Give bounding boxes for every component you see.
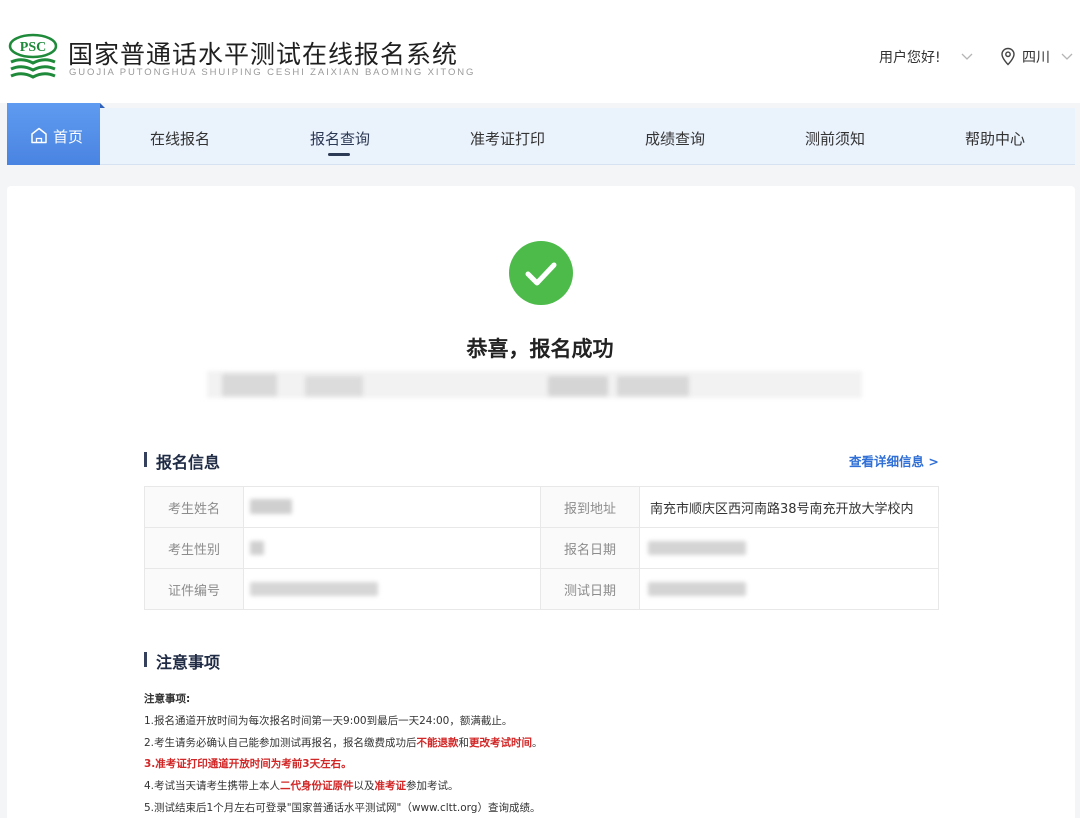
section-title-notes: 注意事项 bbox=[156, 653, 221, 672]
success-check-icon bbox=[509, 241, 573, 305]
redacted-block bbox=[305, 376, 363, 396]
label-id-number: 证件编号 bbox=[144, 568, 244, 610]
note-item-3: 3.准考证打印通道开放时间为考前3天左右。 bbox=[144, 758, 352, 771]
section-marker bbox=[144, 652, 147, 667]
note-text: 以及 bbox=[353, 780, 375, 793]
location-pin-icon bbox=[1001, 47, 1015, 66]
label-registration-date: 报名日期 bbox=[540, 527, 640, 569]
redacted-date bbox=[648, 541, 746, 555]
nav-score-query[interactable]: 成绩查询 bbox=[645, 128, 705, 149]
value-registration-date bbox=[639, 527, 939, 569]
table-row: 考生姓名 报到地址 南充市顺庆区西河南路38号南充开放大学校内 bbox=[144, 486, 939, 528]
chevron-down-icon[interactable] bbox=[961, 53, 973, 61]
note-item-4: 4.考试当天请考生携带上本人二代身份证原件以及准考证参加考试。 bbox=[144, 776, 543, 798]
nav-registration-query[interactable]: 报名查询 bbox=[310, 128, 370, 149]
value-candidate-name bbox=[243, 486, 541, 528]
label-candidate-gender: 考生性别 bbox=[144, 527, 244, 569]
nav-online-registration[interactable]: 在线报名 bbox=[150, 128, 210, 149]
success-message: 恭喜，报名成功 bbox=[466, 337, 614, 361]
region-selector[interactable]: 四川 bbox=[1022, 47, 1050, 67]
note-item-2: 2.考生请务必确认自己能参加测试再报名，报名缴费成功后不能退款和更改考试时间。 bbox=[144, 733, 543, 755]
redacted-block bbox=[548, 376, 608, 396]
notes-list: 注意事项: 1.报名通道开放时间为每次报名时间第一天9:00到最后一天24:00… bbox=[144, 689, 543, 818]
notes-heading: 注意事项: bbox=[144, 693, 191, 705]
value-candidate-gender bbox=[243, 527, 541, 569]
label-candidate-name: 考生姓名 bbox=[144, 486, 244, 528]
nav-active-indicator bbox=[328, 153, 350, 156]
section-marker bbox=[144, 452, 147, 467]
nav-help-center[interactable]: 帮助中心 bbox=[965, 128, 1025, 149]
site-header: PSC 国家普通话水平测试在线报名系统 GUOJIA PUTONGHUA SHU… bbox=[0, 0, 1080, 103]
nav-home[interactable]: 首页 bbox=[7, 103, 105, 165]
redacted-block bbox=[617, 376, 689, 396]
system-title: 国家普通话水平测试在线报名系统 bbox=[68, 40, 459, 69]
section-title-registration-info: 报名信息 bbox=[156, 453, 221, 472]
note-text: 参加考试。 bbox=[406, 780, 459, 793]
chevron-down-icon[interactable] bbox=[1061, 53, 1073, 61]
note-text: 。 bbox=[532, 736, 543, 749]
note-emphasis: 不能退款 bbox=[416, 736, 459, 749]
note-text: 4.考试当天请考生携带上本人 bbox=[144, 780, 281, 793]
redacted-date bbox=[648, 582, 746, 596]
note-item-1: 1.报名通道开放时间为每次报名时间第一天9:00到最后一天24:00，额满截止。 bbox=[144, 714, 513, 727]
redacted-name bbox=[250, 499, 292, 514]
table-row: 证件编号 测试日期 bbox=[144, 568, 939, 610]
label-test-date: 测试日期 bbox=[540, 568, 640, 610]
redacted-gender bbox=[250, 541, 264, 555]
value-report-address: 南充市顺庆区西河南路38号南充开放大学校内 bbox=[639, 486, 939, 528]
nav-home-fold bbox=[100, 103, 105, 108]
nav-pre-test-notice[interactable]: 测前须知 bbox=[805, 128, 865, 149]
note-emphasis: 准考证 bbox=[374, 780, 407, 793]
main-nav: 首页 在线报名 报名查询 准考证打印 成绩查询 测前须知 帮助中心 bbox=[7, 103, 1075, 165]
redacted-block bbox=[222, 374, 277, 396]
nav-admission-ticket-print[interactable]: 准考证打印 bbox=[470, 128, 545, 149]
table-row: 考生性别 报名日期 bbox=[144, 527, 939, 569]
home-icon bbox=[31, 127, 47, 144]
note-emphasis: 更改考试时间 bbox=[469, 736, 533, 749]
psc-logo: PSC bbox=[8, 33, 58, 79]
value-id-number bbox=[243, 568, 541, 610]
label-report-address: 报到地址 bbox=[540, 486, 640, 528]
svg-text:PSC: PSC bbox=[20, 40, 46, 55]
view-details-link[interactable]: 查看详细信息 > bbox=[849, 451, 939, 470]
note-text: 和 bbox=[458, 736, 470, 749]
user-menu-label[interactable]: 用户您好! bbox=[879, 47, 941, 67]
note-text: 2.考生请务必确认自己能参加测试再报名，报名缴费成功后 bbox=[144, 736, 417, 749]
value-test-date bbox=[639, 568, 939, 610]
note-emphasis: 二代身份证原件 bbox=[280, 780, 354, 793]
note-item-5: 5.测试结束后1个月左右可登录"国家普通话水平测试网"（www.cltt.org… bbox=[144, 801, 541, 814]
nav-home-label: 首页 bbox=[53, 128, 84, 146]
registration-info-table: 考生姓名 报到地址 南充市顺庆区西河南路38号南充开放大学校内 考生性别 报名日… bbox=[144, 486, 939, 610]
redacted-id bbox=[250, 582, 378, 596]
system-subtitle: GUOJIA PUTONGHUA SHUIPING CESHI ZAIXIAN … bbox=[69, 67, 476, 78]
